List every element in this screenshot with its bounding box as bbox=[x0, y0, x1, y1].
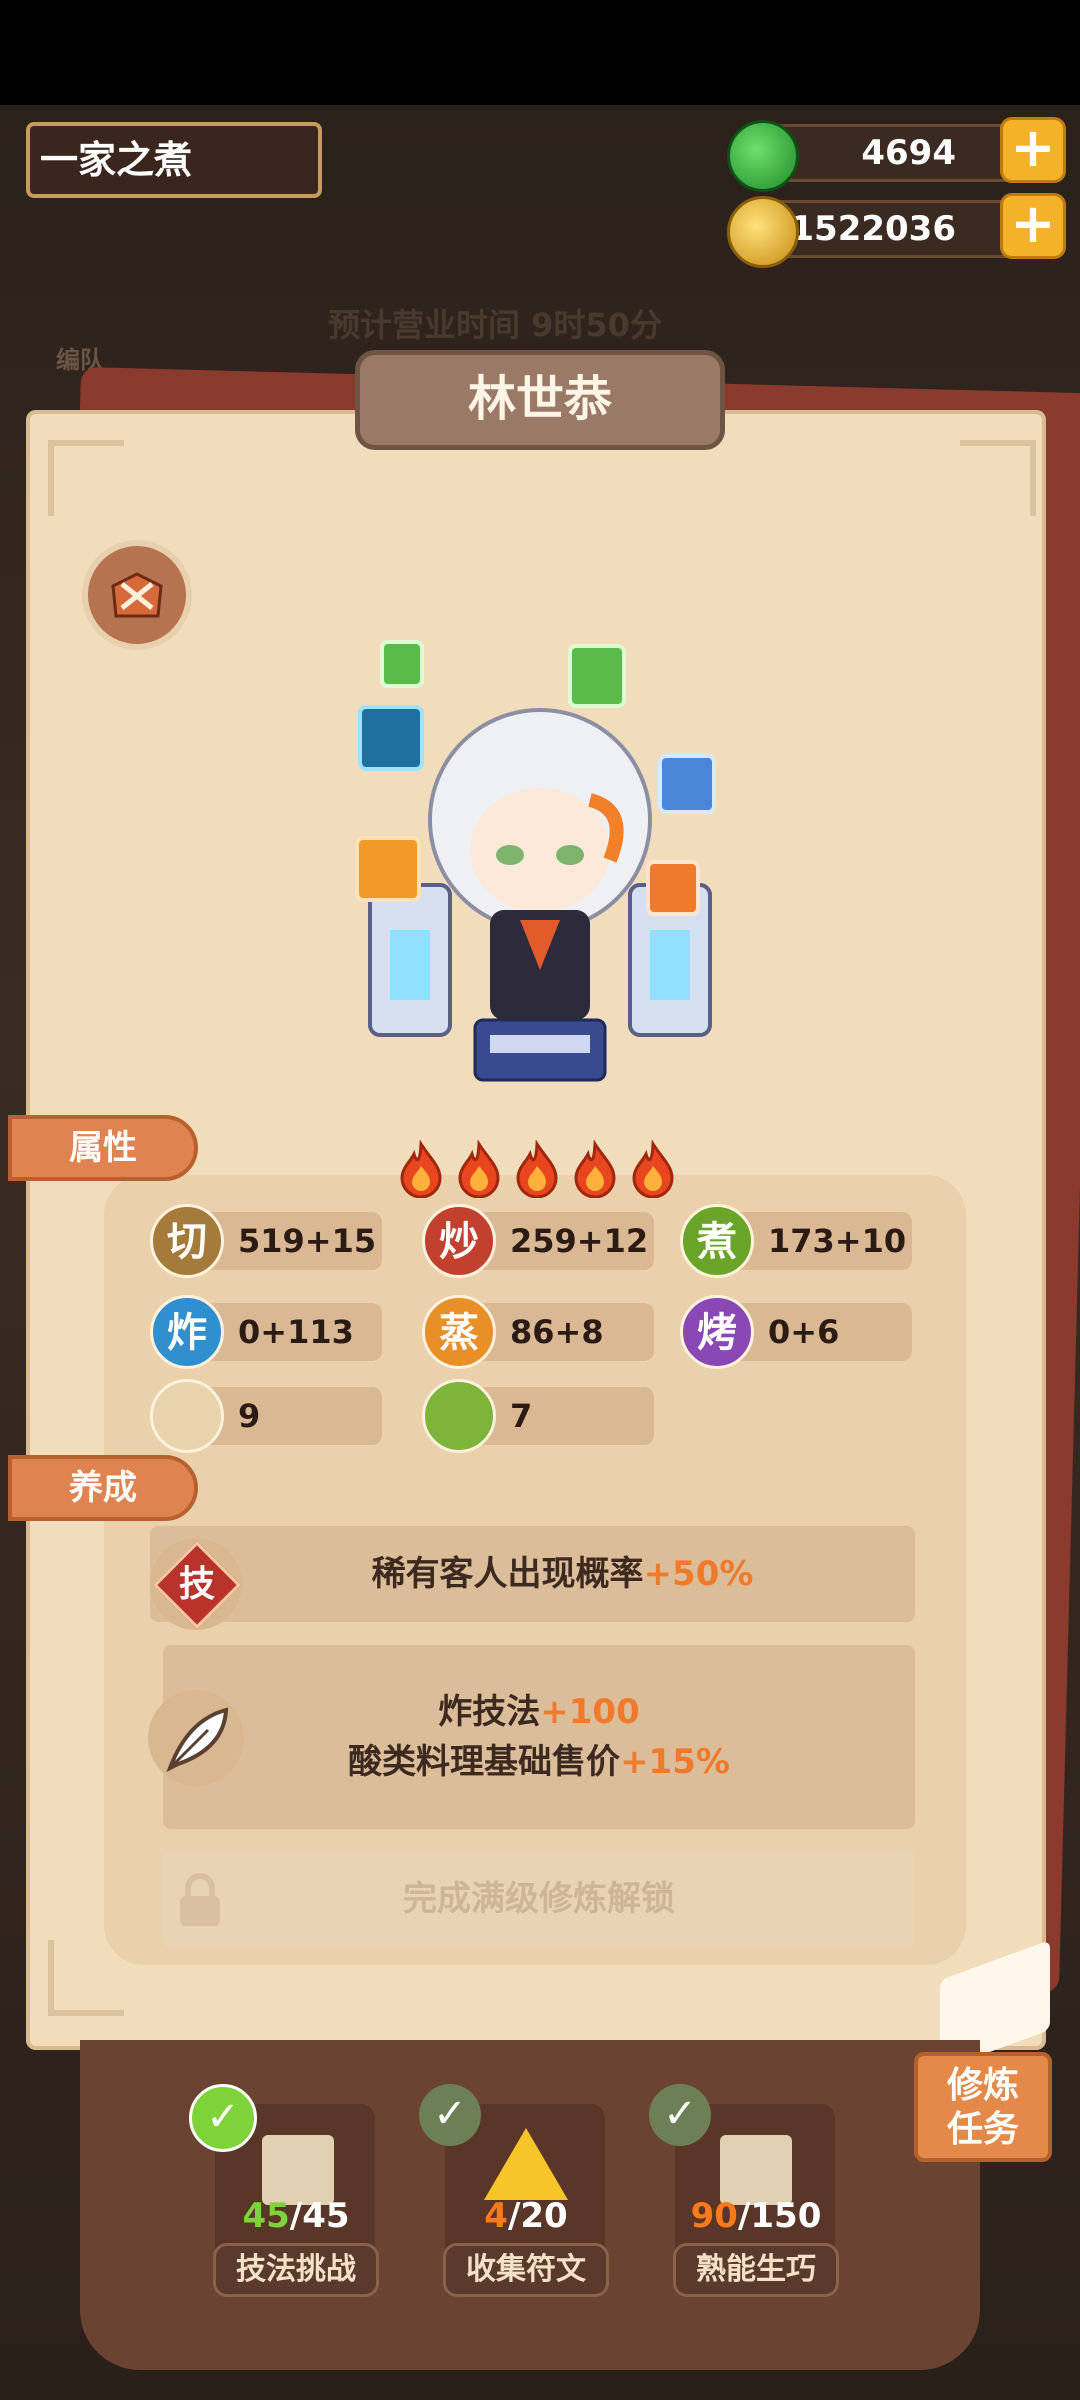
carrot-card-icon bbox=[646, 860, 700, 916]
cut-icon: 切 bbox=[150, 1204, 224, 1278]
bonus-line2-value: +15% bbox=[620, 1742, 730, 1782]
steam-skill-icon bbox=[355, 836, 421, 902]
flame-star-icon bbox=[516, 1139, 558, 1199]
scroll-icon bbox=[720, 2135, 792, 2205]
bonus-line1-value: +100 bbox=[540, 1692, 640, 1732]
completed-check-icon: ✓ bbox=[189, 2084, 257, 2152]
add-coin-button[interactable]: + bbox=[1000, 193, 1066, 259]
bonus-line2-text: 酸类料理基础售价 bbox=[348, 1742, 621, 1782]
panel-corner-ornament bbox=[48, 1940, 124, 2016]
flame-star-icon bbox=[400, 1139, 442, 1199]
jade-icon bbox=[727, 120, 799, 192]
roast-icon: 烤 bbox=[680, 1295, 754, 1369]
boil-icon: 煮 bbox=[680, 1204, 754, 1278]
task-practice-progress: 90/150 bbox=[690, 2196, 822, 2236]
stirfry-icon: 炒 bbox=[422, 1204, 496, 1278]
training-task-button[interactable]: 修炼 任务 bbox=[914, 2052, 1052, 2162]
restaurant-name[interactable]: 一家之煮 bbox=[26, 122, 322, 198]
star-rating bbox=[396, 1139, 696, 1200]
flame-star-icon bbox=[574, 1139, 616, 1199]
character-name: 林世恭 bbox=[355, 350, 725, 450]
coin-icon bbox=[727, 196, 799, 268]
attributes-tag: 属性 bbox=[8, 1115, 198, 1181]
steam-icon: 蒸 bbox=[422, 1295, 496, 1369]
feather-frame bbox=[148, 1690, 244, 1786]
add-jade-button[interactable]: + bbox=[1000, 117, 1066, 183]
cultivation-tag: 养成 bbox=[8, 1455, 198, 1521]
task-skill-progress: 45/45 bbox=[242, 2196, 350, 2236]
pending-check-icon: ✓ bbox=[419, 2084, 481, 2146]
skill-text: 稀有客人出现概率 bbox=[371, 1554, 644, 1594]
bonus-line1-text: 炸技法 bbox=[438, 1692, 541, 1732]
task-skill-label: 技法挑战 bbox=[213, 2243, 379, 2297]
outfit-icon bbox=[111, 572, 163, 618]
grain-bowl-icon bbox=[150, 1379, 224, 1453]
feather-icon bbox=[166, 1707, 229, 1773]
locked-row: 完成满级修炼解锁 bbox=[163, 1850, 915, 1948]
task-runes-label: 收集符文 bbox=[443, 2243, 609, 2297]
lock-icon bbox=[174, 1872, 226, 1928]
chili-card-icon bbox=[568, 644, 626, 708]
skill-row: 稀有客人出现概率+50% bbox=[150, 1526, 915, 1622]
boil-skill-icon bbox=[358, 705, 424, 771]
cabbage-icon bbox=[422, 1379, 496, 1453]
skill-badge-label: 技 bbox=[178, 1564, 215, 1605]
flame-star-icon bbox=[632, 1139, 674, 1199]
pot-card-icon bbox=[658, 754, 716, 814]
panel-corner-ornament bbox=[960, 440, 1036, 516]
task-practice-label: 熟能生巧 bbox=[673, 2243, 839, 2297]
scroll-icon bbox=[262, 2135, 334, 2205]
outfit-button[interactable] bbox=[82, 540, 192, 650]
skill-bonus: +50% bbox=[643, 1554, 754, 1594]
task-runes-progress: 4/20 bbox=[484, 2196, 568, 2236]
fry-icon: 炸 bbox=[150, 1295, 224, 1369]
business-time-label: 预计营业时间 9时50分 bbox=[328, 306, 662, 344]
rune-icon bbox=[484, 2128, 568, 2200]
panel-corner-ornament bbox=[48, 440, 124, 516]
bonus-row: 炸技法+100 酸类料理基础售价+15% bbox=[163, 1645, 915, 1829]
pending-check-icon: ✓ bbox=[649, 2084, 711, 2146]
status-bar bbox=[0, 0, 1080, 105]
flame-star-icon bbox=[458, 1139, 500, 1199]
